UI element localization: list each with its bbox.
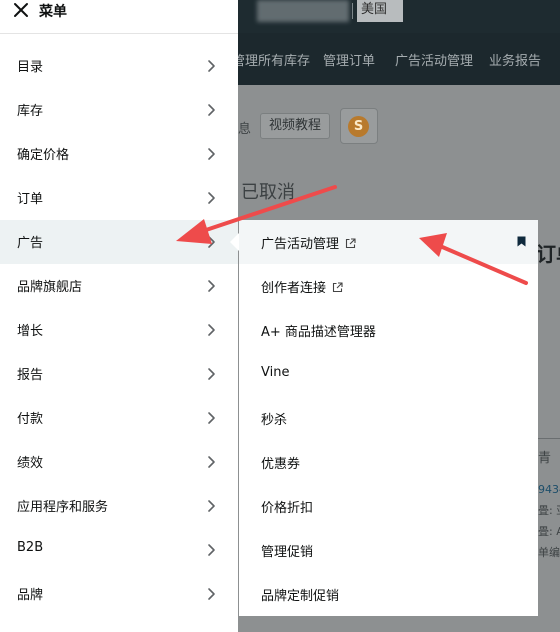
submenu-item[interactable]: 优惠券 (239, 440, 538, 484)
menu-item[interactable]: B2B (0, 528, 238, 572)
blurred-account-name (257, 0, 349, 22)
submenu-item-label: A+ 商品描述管理器 (261, 321, 376, 340)
submenu-item-text: 优惠券 (261, 457, 301, 472)
submenu-item-label: 秒杀 (261, 409, 287, 428)
menu-item-label: 广告 (17, 236, 44, 251)
submenu-item[interactable]: A+ 商品描述管理器 (239, 308, 538, 352)
submenu-item-label: 优惠券 (261, 453, 300, 472)
background-divider-line (538, 438, 560, 439)
menu-item-label: 绩效 (17, 456, 44, 471)
background-fragment: 青 (538, 451, 552, 466)
menu-item[interactable]: 品牌旗舰店 (0, 264, 238, 308)
submenu-item-label: 广告活动管理 (261, 233, 356, 252)
menu-item-label: 付款 (17, 412, 44, 427)
menu-item[interactable]: 品牌 (0, 572, 238, 616)
submenu-item[interactable]: 秒杀 (239, 396, 538, 440)
submenu-item-text: A+ 商品描述管理器 (261, 325, 376, 340)
submenu-item-text: 价格折扣 (261, 501, 314, 516)
submenu-item[interactable]: 广告活动管理 (239, 220, 538, 264)
menu-item-label: 品牌旗舰店 (17, 280, 83, 295)
chevron-right-icon (208, 148, 215, 160)
menu-item-label: 库存 (17, 104, 44, 119)
external-link-icon (345, 238, 356, 249)
menu-item[interactable]: 付款 (0, 396, 238, 440)
main-menu-panel: 菜单 目录库存确定价格订单广告品牌旗舰店增长报告付款绩效应用程序和服务 B2B 品牌 (0, 0, 238, 632)
submenu-item[interactable]: 价格折扣 (239, 484, 538, 528)
background-divider (352, 3, 353, 19)
menu-item[interactable]: 广告 (0, 220, 238, 264)
chevron-right-icon (208, 104, 215, 116)
chevron-right-icon (208, 500, 215, 512)
menu-title: 菜单 (39, 4, 67, 20)
video-tutorial-button: 视频教程 (260, 113, 330, 139)
menu-item[interactable]: 增长 (0, 308, 238, 352)
menu-item-label: 订单 (17, 192, 44, 207)
submenu-item-text: 秒杀 (261, 413, 288, 428)
chevron-right-icon (208, 324, 215, 336)
menu-item-label: 确定价格 (17, 148, 70, 163)
chevron-right-icon (208, 544, 215, 556)
close-icon[interactable] (13, 2, 29, 18)
chevron-right-icon (208, 412, 215, 424)
nav-business-reports: 业务报告 (489, 54, 542, 69)
chevron-right-icon (208, 60, 215, 72)
submenu-item-label: 管理促销 (261, 541, 313, 560)
chevron-right-icon (208, 456, 215, 468)
submenu-item-text: 管理促销 (261, 545, 314, 560)
marketplace-selector: 美国 (357, 0, 403, 22)
submenu-item-text: 广告活动管理 (261, 237, 340, 252)
menu-item[interactable]: 目录 (0, 44, 238, 88)
submenu-item-label: 创作者连接 (261, 277, 343, 296)
background-fragment: 畳: A (538, 525, 560, 538)
background-info-fragment: 息 (238, 122, 252, 137)
external-link-icon (332, 282, 343, 293)
nav-manage-inventory: 管理所有库存 (232, 54, 311, 69)
menu-item[interactable]: 绩效 (0, 440, 238, 484)
submenu-item-label: Vine (261, 365, 289, 380)
chevron-right-icon (208, 368, 215, 380)
menu-item[interactable]: 确定价格 (0, 132, 238, 176)
submenu-item-label: 品牌定制促销 (261, 585, 339, 604)
menu-item-label: 增长 (17, 324, 44, 339)
nav-campaign-manager: 广告活动管理 (395, 54, 474, 69)
menu-header: 菜单 (0, 0, 238, 34)
chevron-right-icon (208, 588, 215, 600)
coin-icon: S (348, 116, 369, 137)
menu-item-label: B2B (17, 540, 44, 555)
submenu-item[interactable]: 品牌定制促销 (239, 572, 538, 616)
menu-item[interactable]: 应用程序和服务 (0, 484, 238, 528)
submenu-item[interactable]: 管理促销 (239, 528, 538, 572)
chevron-right-icon (208, 192, 215, 204)
background-fragment: 9434 (538, 483, 560, 496)
chevron-right-icon (208, 280, 215, 292)
menu-item-label: 目录 (17, 60, 44, 75)
background-fragment: 单编 (538, 546, 560, 559)
submenu-item-text: 创作者连接 (261, 281, 327, 296)
background-orders-heading: 订单 (536, 242, 560, 266)
submenu-item-label: 价格折扣 (261, 497, 313, 516)
menu-item[interactable]: 报告 (0, 352, 238, 396)
advertising-submenu: 广告活动管理 创作者连接 A+ 商品描述管理器 Vine 秒杀优惠券价格折扣管理促销品牌… (239, 220, 538, 616)
submenu-item[interactable]: Vine (239, 352, 538, 396)
background-fragment: 畳: 亚 (538, 504, 560, 517)
submenu-item[interactable]: 创作者连接 (239, 264, 538, 308)
submenu-item-text: 品牌定制促销 (261, 589, 340, 604)
bookmark-icon[interactable] (517, 236, 526, 247)
menu-item[interactable]: 库存 (0, 88, 238, 132)
menu-item-label: 品牌 (17, 588, 44, 603)
nav-manage-orders: 管理订单 (323, 54, 376, 69)
cancelled-status-text: 已取消 (241, 182, 295, 203)
menu-item-label: 应用程序和服务 (17, 500, 109, 515)
menu-item-label: 报告 (17, 368, 44, 383)
menu-item[interactable]: 订单 (0, 176, 238, 220)
chevron-right-icon (208, 236, 215, 248)
submenu-item-text: Vine (261, 365, 290, 380)
